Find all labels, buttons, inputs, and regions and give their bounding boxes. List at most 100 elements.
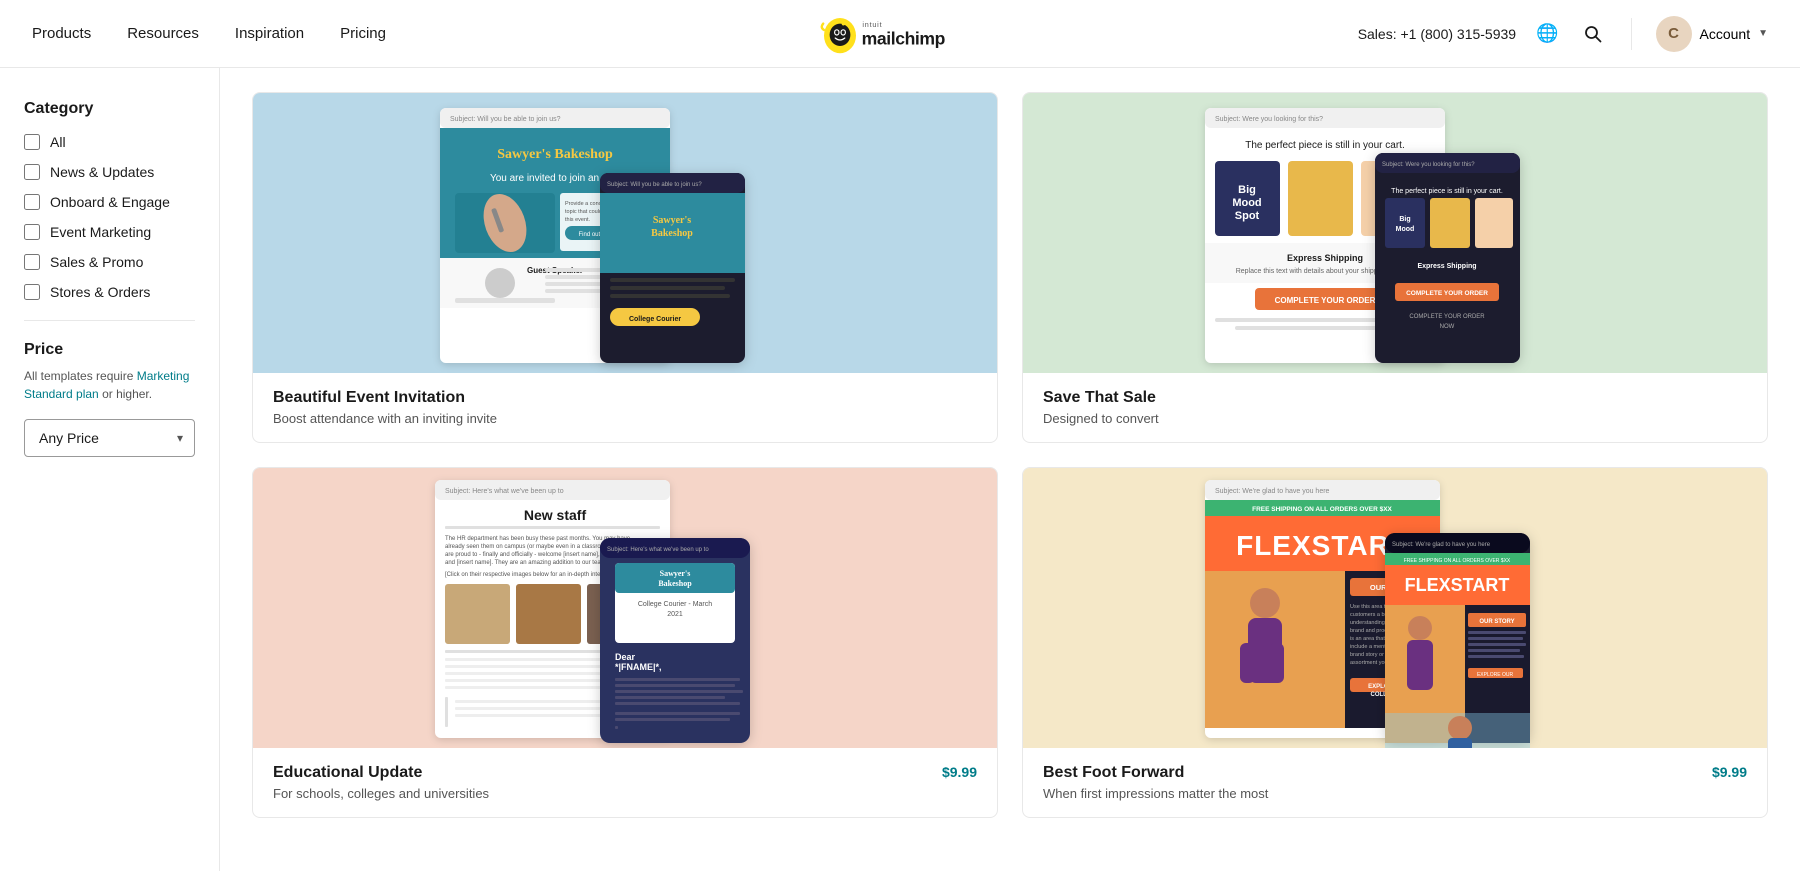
svg-text:Express Shipping: Express Shipping xyxy=(1287,253,1363,263)
svg-text:FREE SHIPPING ON ALL ORDERS OV: FREE SHIPPING ON ALL ORDERS OVER $XX xyxy=(1252,506,1392,513)
svg-text:Subject: Will you be able to j: Subject: Will you be able to join us? xyxy=(607,182,702,188)
svg-text:Subject: Here's what we've bee: Subject: Here's what we've been up to xyxy=(607,547,709,553)
svg-text:Subject: We're glad to have yo: Subject: We're glad to have you here xyxy=(1392,542,1491,548)
price-select[interactable]: Any Price Free Paid xyxy=(24,419,195,457)
svg-text:Sawyer's Bakeshop: Sawyer's Bakeshop xyxy=(497,147,613,162)
main-content: Subject: Will you be able to join us? Sa… xyxy=(220,68,1800,871)
svg-text:[Click on their respective ima: [Click on their respective images below … xyxy=(445,572,618,578)
svg-text:Big: Big xyxy=(1238,184,1256,196)
globe-icon[interactable]: 🌐 xyxy=(1532,19,1562,48)
svg-text:Spot: Spot xyxy=(1235,210,1260,222)
category-event-marketing[interactable]: Event Marketing xyxy=(24,224,195,240)
template-card-best-foot-forward[interactable]: Subject: We're glad to have you here FRE… xyxy=(1022,467,1768,818)
template-name-3: Educational Update xyxy=(273,764,489,782)
template-name-2: Save That Sale xyxy=(1043,389,1159,407)
template-card-educational-update[interactable]: Subject: Here's what we've been up to Ne… xyxy=(252,467,998,818)
header-right: Sales: +1 (800) 315-5939 🌐 C Account ▼ xyxy=(1358,16,1768,52)
template-preview-1: Subject: Will you be able to join us? Sa… xyxy=(253,93,997,373)
checkbox-stores-orders[interactable] xyxy=(24,284,40,300)
template-preview-3: Subject: Here's what we've been up to Ne… xyxy=(253,468,997,748)
svg-text:Sawyer's: Sawyer's xyxy=(660,569,691,578)
sidebar-divider xyxy=(24,320,195,321)
category-stores-orders-label: Stores & Orders xyxy=(50,284,150,300)
template-preview-2: Subject: Were you looking for this? The … xyxy=(1023,93,1767,373)
category-onboard-engage[interactable]: Onboard & Engage xyxy=(24,194,195,210)
category-all-label: All xyxy=(50,134,66,150)
svg-text:mailchimp: mailchimp xyxy=(862,28,946,48)
page-layout: Category All News & Updates Onboard & En… xyxy=(0,68,1800,871)
template-card-beautiful-event-invitation[interactable]: Subject: Will you be able to join us? Sa… xyxy=(252,92,998,443)
svg-text:Subject: Were you looking for: Subject: Were you looking for this? xyxy=(1215,116,1323,123)
template-card-save-that-sale[interactable]: Subject: Were you looking for this? The … xyxy=(1022,92,1768,443)
svg-text:intuit: intuit xyxy=(862,19,882,28)
template-desc-3: For schools, colleges and universities xyxy=(273,786,489,801)
category-sales-promo[interactable]: Sales & Promo xyxy=(24,254,195,270)
svg-text:Mood: Mood xyxy=(1396,226,1415,233)
template-name-1: Beautiful Event Invitation xyxy=(273,389,497,407)
checkbox-event-marketing[interactable] xyxy=(24,224,40,240)
svg-text:Subject: Here's what we've bee: Subject: Here's what we've been up to xyxy=(445,488,564,495)
template-price-4: $9.99 xyxy=(1712,764,1747,780)
header-divider xyxy=(1631,18,1632,50)
nav-inspiration[interactable]: Inspiration xyxy=(235,25,304,42)
checkbox-all[interactable] xyxy=(24,134,40,150)
svg-text:2021: 2021 xyxy=(667,611,683,618)
svg-text:New staff: New staff xyxy=(524,507,587,523)
nav-pricing[interactable]: Pricing xyxy=(340,25,386,42)
templates-grid: Subject: Will you be able to join us? Sa… xyxy=(252,92,1768,818)
nav-products[interactable]: Products xyxy=(32,25,91,42)
category-onboard-engage-label: Onboard & Engage xyxy=(50,194,170,210)
category-stores-orders[interactable]: Stores & Orders xyxy=(24,284,195,300)
nav-resources[interactable]: Resources xyxy=(127,25,199,42)
template-info-3: Educational Update For schools, colleges… xyxy=(253,748,997,817)
price-section: Price All templates require Marketing St… xyxy=(24,341,195,457)
svg-text:OUR STORY: OUR STORY xyxy=(1479,619,1514,625)
template-price-3: $9.99 xyxy=(942,764,977,780)
template-desc-4: When first impressions matter the most xyxy=(1043,786,1268,801)
price-title: Price xyxy=(24,341,195,359)
svg-text:and [insert name]. They are an: and [insert name]. They are an amazing a… xyxy=(445,560,608,566)
svg-text:The perfect piece is still in: The perfect piece is still in your cart. xyxy=(1391,188,1503,195)
svg-text:COMPLETE YOUR ORDER: COMPLETE YOUR ORDER xyxy=(1406,290,1488,297)
svg-text:College Courier - March: College Courier - March xyxy=(638,601,712,608)
category-news-updates-label: News & Updates xyxy=(50,164,154,180)
svg-text:Bakeshop: Bakeshop xyxy=(658,579,692,588)
svg-text:The perfect piece is still in: The perfect piece is still in your cart. xyxy=(1245,140,1405,151)
svg-text:Mood: Mood xyxy=(1232,197,1261,209)
template-desc-1: Boost attendance with an inviting invite xyxy=(273,411,497,426)
svg-text:Express Shipping: Express Shipping xyxy=(1417,263,1476,270)
svg-text:COMPLETE YOUR ORDER: COMPLETE YOUR ORDER xyxy=(1409,314,1485,320)
svg-text:FREE SHIPPING ON ALL ORDERS OV: FREE SHIPPING ON ALL ORDERS OVER $XX xyxy=(1404,558,1511,564)
svg-text:Sawyer's: Sawyer's xyxy=(653,215,691,226)
template-desc-2: Designed to convert xyxy=(1043,411,1159,426)
header: Products Resources Inspiration Pricing i… xyxy=(0,0,1800,68)
checkbox-onboard-engage[interactable] xyxy=(24,194,40,210)
search-icon[interactable] xyxy=(1579,20,1607,48)
price-select-wrap: Any Price Free Paid ▾ xyxy=(24,419,195,457)
main-nav: Products Resources Inspiration Pricing xyxy=(32,25,386,42)
svg-text:COMPLETE YOUR ORDER: COMPLETE YOUR ORDER xyxy=(1275,296,1376,305)
svg-text:this event.: this event. xyxy=(565,217,591,223)
logo[interactable]: intuit mailchimp xyxy=(820,14,980,54)
svg-text:Big: Big xyxy=(1399,216,1410,223)
checkbox-sales-promo[interactable] xyxy=(24,254,40,270)
category-sales-promo-label: Sales & Promo xyxy=(50,254,143,270)
svg-text:Subject: Will you be able to j: Subject: Will you be able to join us? xyxy=(450,116,561,123)
svg-text:NOW: NOW xyxy=(1440,324,1455,330)
sales-phone: Sales: +1 (800) 315-5939 xyxy=(1358,26,1516,42)
chevron-down-icon: ▼ xyxy=(1758,28,1768,39)
template-info-2: Save That Sale Designed to convert xyxy=(1023,373,1767,442)
category-all[interactable]: All xyxy=(24,134,195,150)
svg-text:*|FNAME|*,: *|FNAME|*, xyxy=(615,662,662,672)
checkbox-news-updates[interactable] xyxy=(24,164,40,180)
template-name-4: Best Foot Forward xyxy=(1043,764,1268,782)
svg-text:Dear: Dear xyxy=(615,652,636,662)
svg-text:Subject: We're glad to have yo: Subject: We're glad to have you here xyxy=(1215,488,1330,495)
template-info-4: Best Foot Forward When first impressions… xyxy=(1023,748,1767,817)
user-account-button[interactable]: C Account ▼ xyxy=(1656,16,1769,52)
svg-text:College Courier: College Courier xyxy=(629,316,681,323)
sidebar: Category All News & Updates Onboard & En… xyxy=(0,68,220,871)
svg-text:FLEXSTART: FLEXSTART xyxy=(1405,575,1510,595)
template-preview-4: Subject: We're glad to have you here FRE… xyxy=(1023,468,1767,748)
category-news-updates[interactable]: News & Updates xyxy=(24,164,195,180)
